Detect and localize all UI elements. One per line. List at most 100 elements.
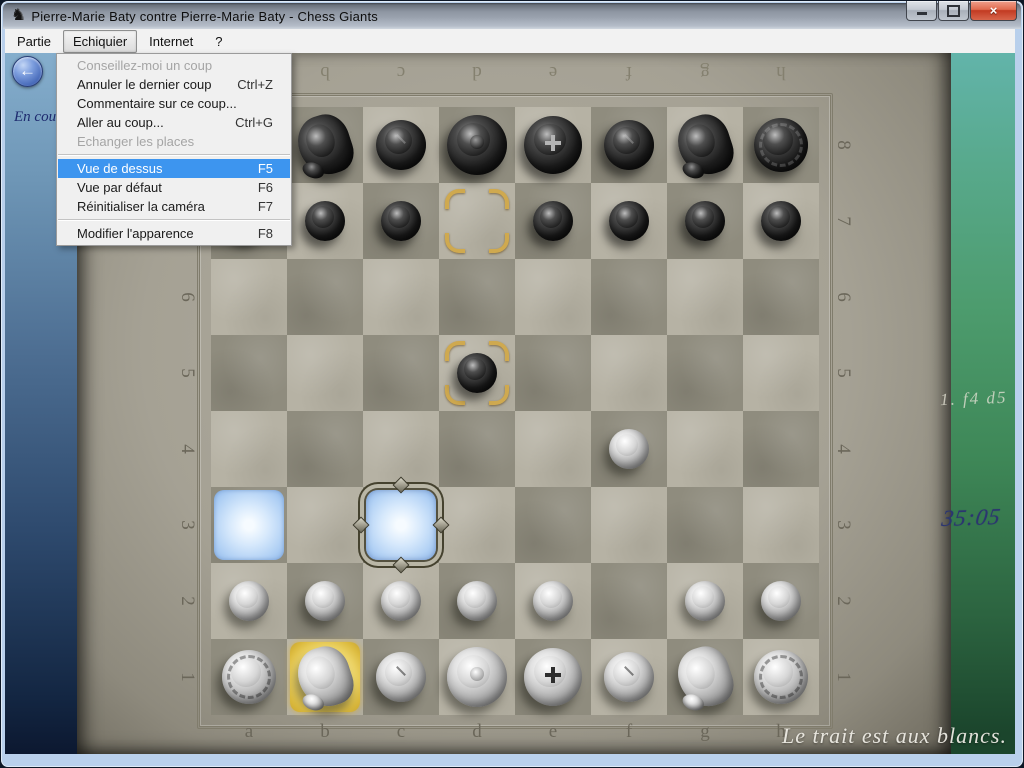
square-a4[interactable] <box>211 411 287 487</box>
square-f5[interactable] <box>591 335 667 411</box>
menu-item-shortcut: F5 <box>258 161 273 176</box>
menu-item-modifier-l-apparence[interactable]: Modifier l'apparence F8 <box>57 224 291 243</box>
move-list: 1. f4 d5 <box>939 388 1007 410</box>
square-b6[interactable] <box>287 259 363 335</box>
piece-white-pawn-d2[interactable] <box>457 581 497 621</box>
piece-black-bishop-f8[interactable] <box>604 120 654 170</box>
menu-item-commentaire-sur-ce-coup[interactable]: Commentaire sur ce coup... <box>57 94 291 113</box>
square-f2[interactable] <box>591 563 667 639</box>
piece-white-queen-d1[interactable] <box>447 647 507 707</box>
piece-white-pawn-h2[interactable] <box>761 581 801 621</box>
move-target-highlight[interactable] <box>214 490 284 560</box>
piece-black-king-e8[interactable] <box>524 116 582 174</box>
menu-item-aller-au-coup[interactable]: Aller au coup... Ctrl+G <box>57 113 291 132</box>
menubar-item-partie[interactable]: Partie <box>7 30 61 53</box>
square-b4[interactable] <box>287 411 363 487</box>
piece-white-bishop-f1[interactable] <box>604 652 654 702</box>
menubar-item-?[interactable]: ? <box>205 30 232 53</box>
menubar-item-echiquier[interactable]: Echiquier <box>63 30 137 53</box>
piece-black-queen-d8[interactable] <box>447 115 507 175</box>
square-h5[interactable] <box>743 335 819 411</box>
square-h6[interactable] <box>743 259 819 335</box>
menu-item-label: Vue par défaut <box>77 180 162 195</box>
game-progress-label: En cou <box>14 109 60 126</box>
piece-white-king-e1[interactable] <box>524 648 582 706</box>
square-h3[interactable] <box>743 487 819 563</box>
piece-white-rook-h1[interactable] <box>754 650 808 704</box>
piece-white-pawn-e2[interactable] <box>533 581 573 621</box>
piece-black-bishop-c8[interactable] <box>376 120 426 170</box>
menu-item-vue-de-dessus[interactable]: Vue de dessus F5 <box>58 159 290 178</box>
square-d7[interactable] <box>439 183 515 259</box>
chess-board[interactable]: aabbccddeeffgghh8877665544332211 <box>211 107 819 715</box>
square-g3[interactable] <box>667 487 743 563</box>
titlebar[interactable]: ♞ Pierre-Marie Baty contre Pierre-Marie … <box>3 3 1021 29</box>
menu-separator <box>58 219 290 221</box>
menu-item-shortcut: F6 <box>258 180 273 195</box>
menu-item-label: Conseillez-moi un coup <box>77 58 212 73</box>
piece-white-pawn-c2[interactable] <box>381 581 421 621</box>
square-a6[interactable] <box>211 259 287 335</box>
menu-item-shortcut: F7 <box>258 199 273 214</box>
menu-item-shortcut: F8 <box>258 226 273 241</box>
menu-item-label: Echanger les places <box>77 134 194 149</box>
menu-item-echanger-les-places[interactable]: Echanger les places <box>57 132 291 151</box>
square-e6[interactable] <box>515 259 591 335</box>
menu-item-shortcut: Ctrl+Z <box>237 77 273 92</box>
menu-item-annuler-le-dernier-coup[interactable]: Annuler le dernier coup Ctrl+Z <box>57 75 291 94</box>
square-c5[interactable] <box>363 335 439 411</box>
window-title: Pierre-Marie Baty contre Pierre-Marie Ba… <box>31 9 378 24</box>
piece-white-pawn-f4[interactable] <box>609 429 649 469</box>
square-d6[interactable] <box>439 259 515 335</box>
maximize-button[interactable] <box>938 1 969 21</box>
menu-item-r-initialiser-la-cam-ra[interactable]: Réinitialiser la caméra F7 <box>57 197 291 216</box>
back-arrow-button[interactable]: ← <box>12 56 43 87</box>
piece-black-rook-h8[interactable] <box>754 118 808 172</box>
piece-white-pawn-b2[interactable] <box>305 581 345 621</box>
menu-item-conseillez-moi-un-coup[interactable]: Conseillez-moi un coup <box>57 56 291 75</box>
piece-white-pawn-a2[interactable] <box>229 581 269 621</box>
menu-bar: PartieEchiquierInternet? <box>5 29 1015 54</box>
square-f3[interactable] <box>591 487 667 563</box>
square-e4[interactable] <box>515 411 591 487</box>
square-c6[interactable] <box>363 259 439 335</box>
square-g4[interactable] <box>667 411 743 487</box>
piece-white-bishop-c1[interactable] <box>376 652 426 702</box>
square-g5[interactable] <box>667 335 743 411</box>
close-icon: × <box>990 3 998 18</box>
echiquier-dropdown-menu: Conseillez-moi un coup Annuler le dernier… <box>56 53 292 246</box>
square-e3[interactable] <box>515 487 591 563</box>
menu-item-label: Vue de dessus <box>77 161 163 176</box>
square-d3[interactable] <box>439 487 515 563</box>
chess-knight-icon: ♞ <box>11 8 25 24</box>
piece-black-pawn-h7[interactable] <box>761 201 801 241</box>
minimize-button[interactable] <box>906 1 937 21</box>
piece-white-pawn-g2[interactable] <box>685 581 725 621</box>
square-f6[interactable] <box>591 259 667 335</box>
menu-item-label: Modifier l'apparence <box>77 226 194 241</box>
close-button[interactable]: × <box>970 1 1017 21</box>
minimize-icon <box>917 12 927 15</box>
square-h4[interactable] <box>743 411 819 487</box>
menu-item-shortcut: Ctrl+G <box>235 115 273 130</box>
piece-black-pawn-f7[interactable] <box>609 201 649 241</box>
piece-black-pawn-d5[interactable] <box>457 353 497 393</box>
square-g6[interactable] <box>667 259 743 335</box>
piece-black-pawn-g7[interactable] <box>685 201 725 241</box>
menu-item-vue-par-d-faut[interactable]: Vue par défaut F6 <box>57 178 291 197</box>
piece-black-pawn-c7[interactable] <box>381 201 421 241</box>
piece-black-pawn-e7[interactable] <box>533 201 573 241</box>
square-a5[interactable] <box>211 335 287 411</box>
window-controls: × <box>905 1 1017 21</box>
square-d4[interactable] <box>439 411 515 487</box>
menu-item-label: Annuler le dernier coup <box>77 77 211 92</box>
square-b5[interactable] <box>287 335 363 411</box>
menu-item-label: Aller au coup... <box>77 115 164 130</box>
square-e5[interactable] <box>515 335 591 411</box>
hovered-move-target-highlight[interactable] <box>366 490 436 560</box>
menu-item-label: Réinitialiser la caméra <box>77 199 205 214</box>
menubar-item-internet[interactable]: Internet <box>139 30 203 53</box>
piece-white-rook-a1[interactable] <box>222 650 276 704</box>
piece-black-pawn-b7[interactable] <box>305 201 345 241</box>
menu-separator <box>58 154 290 156</box>
